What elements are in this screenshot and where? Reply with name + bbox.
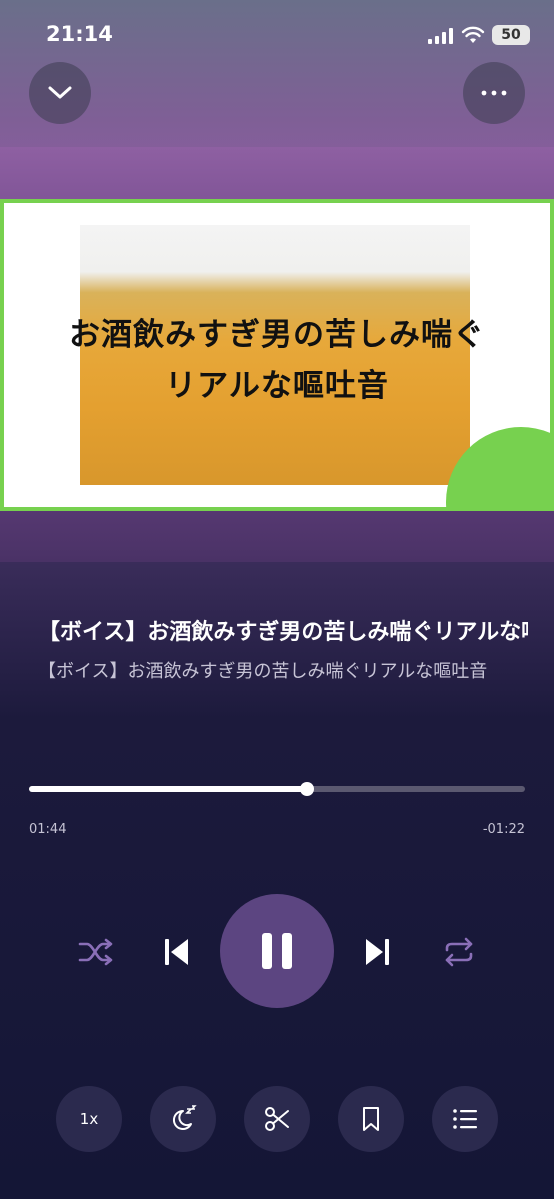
playback-speed-button[interactable]: 1x [56, 1086, 122, 1152]
battery-indicator: 50 [492, 25, 530, 45]
cellular-signal-icon [428, 28, 453, 44]
track-title: 【ボイス】お酒飲みすぎ男の苦しみ喘ぐリアルな嘔吐音 [38, 620, 528, 645]
playlist-button[interactable] [432, 1086, 498, 1152]
scissors-icon [265, 1107, 289, 1131]
previous-track-button[interactable] [155, 931, 197, 973]
skip-previous-icon [165, 939, 188, 965]
pause-button[interactable] [220, 894, 334, 1008]
more-options-button[interactable] [463, 62, 525, 124]
progress-handle[interactable] [299, 782, 314, 796]
bookmark-button[interactable] [338, 1086, 404, 1152]
shuffle-button[interactable] [75, 931, 117, 973]
repeat-icon [445, 937, 473, 967]
collapse-player-button[interactable] [29, 62, 91, 124]
album-artwork: お酒飲みすぎ男の苦しみ喘ぐ リアルな嘔吐音 [0, 199, 554, 511]
progress-fill [29, 786, 307, 792]
shuffle-icon [78, 938, 113, 966]
bookmark-icon [363, 1107, 379, 1131]
sleep-moon-icon [172, 1105, 197, 1130]
progress-slider[interactable] [29, 782, 525, 796]
pause-icon [262, 933, 292, 969]
elapsed-time: 01:44 [29, 822, 67, 837]
more-dots-icon [481, 90, 507, 96]
list-icon [453, 1109, 477, 1129]
playback-speed-label: 1x [79, 1110, 99, 1128]
sleep-timer-button[interactable] [150, 1086, 216, 1152]
status-time: 21:14 [46, 22, 113, 46]
chevron-down-icon [48, 86, 72, 99]
clip-button[interactable] [244, 1086, 310, 1152]
track-subtitle: 【ボイス】お酒飲みすぎ男の苦しみ喘ぐリアルな嘔吐音 [38, 661, 488, 682]
battery-level: 50 [501, 27, 521, 43]
skip-next-icon [366, 939, 389, 965]
remaining-time: -01:22 [482, 822, 525, 837]
wifi-icon [461, 26, 485, 43]
artwork-text-line2: リアルな嘔吐音 [165, 368, 389, 404]
repeat-button[interactable] [438, 931, 480, 973]
next-track-button[interactable] [357, 931, 399, 973]
artwork-text-line1: お酒飲みすぎ男の苦しみ喘ぐ [69, 317, 485, 353]
beer-foam-image [80, 225, 470, 485]
status-bar: 21:14 50 [0, 0, 554, 64]
